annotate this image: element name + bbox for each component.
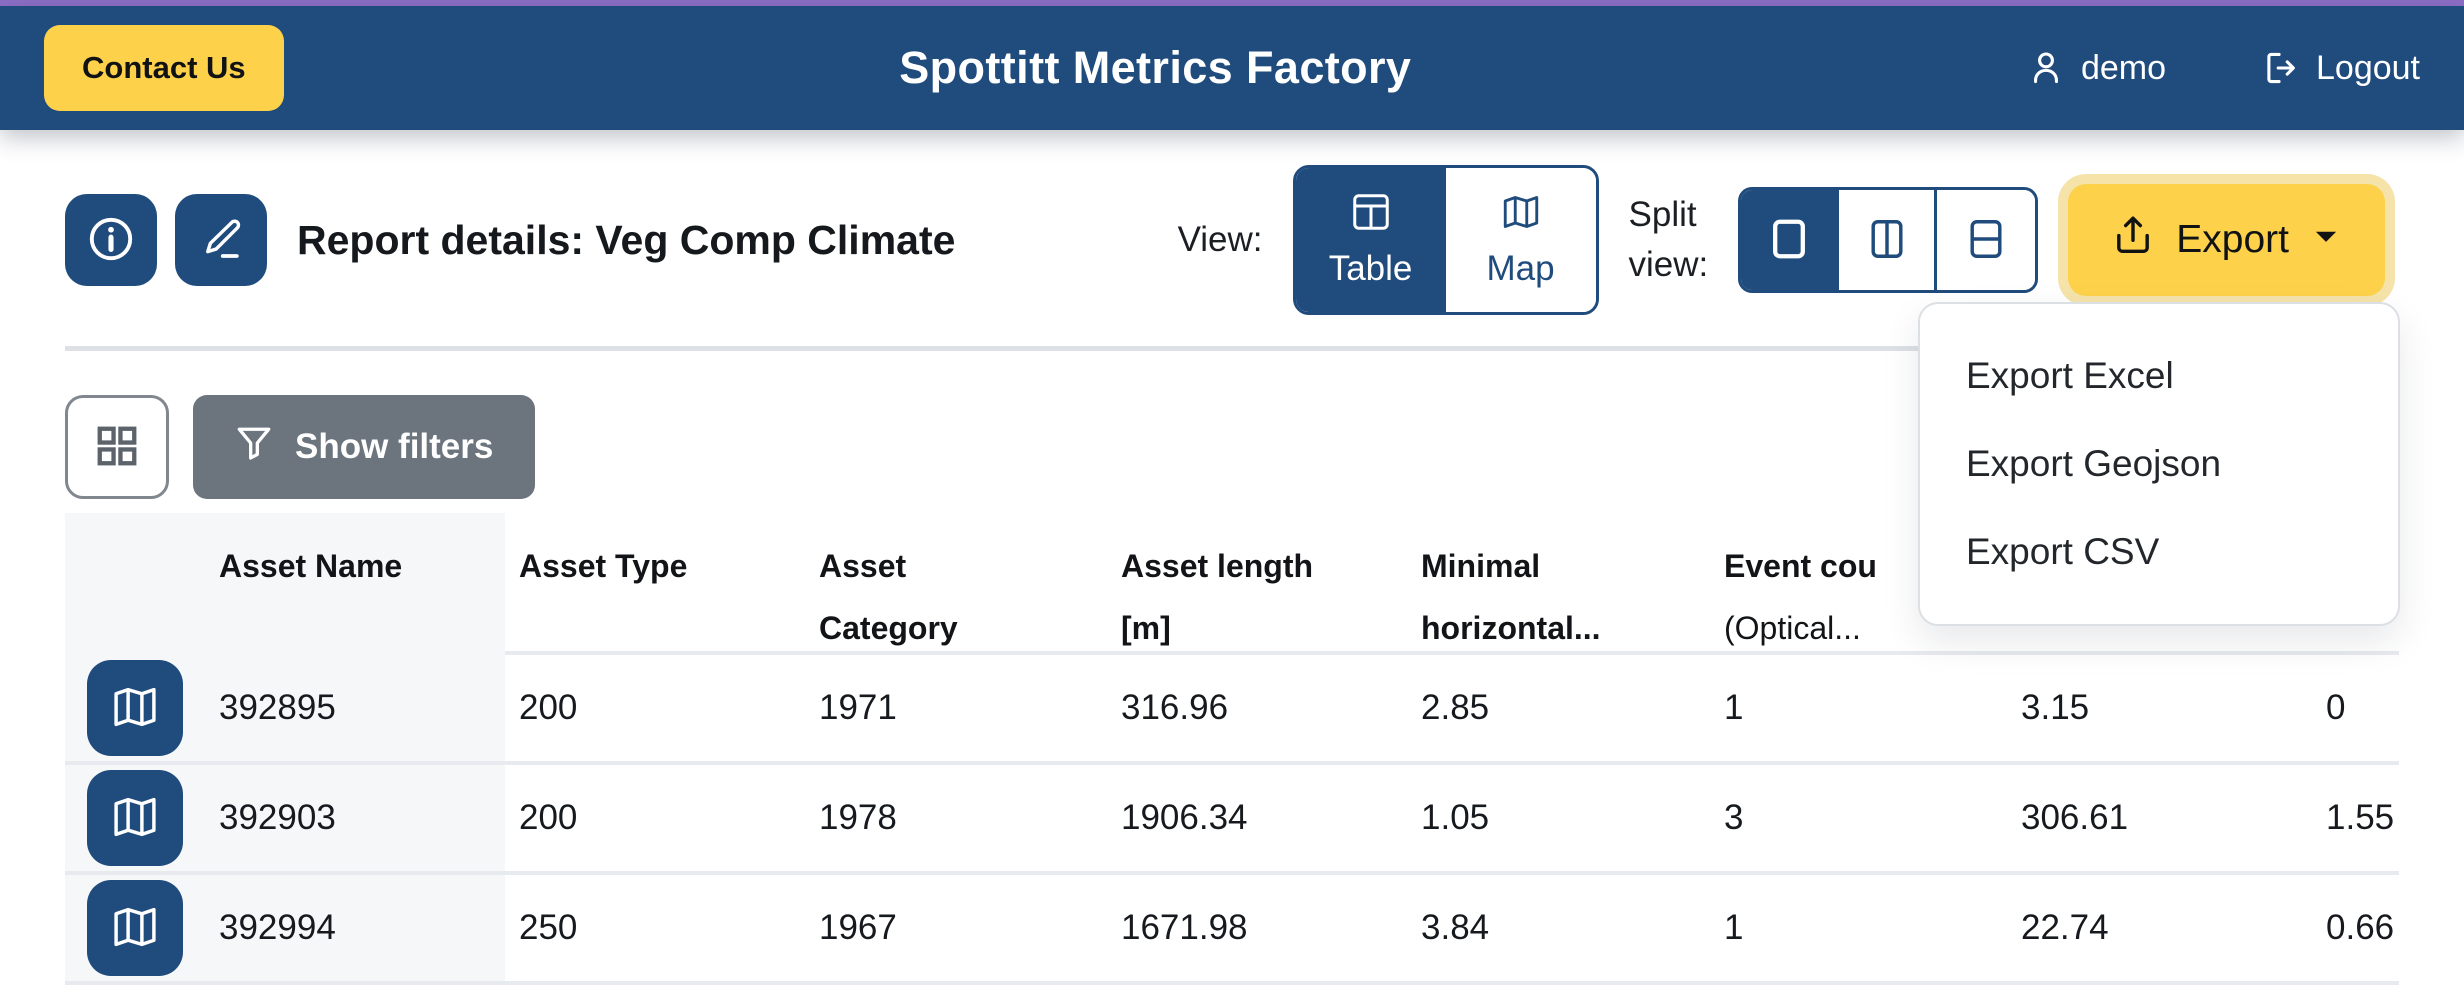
- cell-asset-type: 200: [505, 655, 805, 761]
- map-icon: [111, 683, 159, 734]
- cell-asset-length: 1671.98: [1107, 875, 1407, 981]
- row-map-cell: [65, 875, 205, 981]
- cell-col8: 22.74: [2007, 875, 2312, 981]
- cell-asset-length: 1906.34: [1107, 765, 1407, 871]
- app-header: Contact Us Spottitt Metrics Factory demo…: [0, 6, 2464, 130]
- export-menu-item-excel[interactable]: Export Excel: [1920, 332, 2398, 420]
- export-menu-item-csv[interactable]: Export CSV: [1920, 508, 2398, 596]
- pane-vsplit-icon: [1864, 216, 1910, 265]
- cell-col8: 306.61: [2007, 765, 2312, 871]
- row-map-button[interactable]: [87, 880, 183, 976]
- logout-icon: [2262, 49, 2300, 87]
- table-icon: [1351, 192, 1391, 241]
- cell-asset-type: 200: [505, 765, 805, 871]
- info-button[interactable]: [65, 194, 157, 286]
- cell-col9: 0.66: [2312, 875, 2399, 981]
- header-map-column: [65, 513, 205, 659]
- cell-event-count: 3: [1710, 765, 2007, 871]
- header-user-area: demo Logout: [2027, 49, 2420, 88]
- filter-icon: [235, 424, 273, 471]
- cell-col9: 1.55: [2312, 765, 2399, 871]
- cell-asset-length: 316.96: [1107, 655, 1407, 761]
- view-toggle-map[interactable]: Map: [1446, 168, 1596, 312]
- user-menu[interactable]: demo: [2027, 49, 2166, 88]
- logout-label: Logout: [2316, 49, 2420, 88]
- cell-event-count: 1: [1710, 655, 2007, 761]
- show-filters-button[interactable]: Show filters: [193, 395, 535, 499]
- cell-event-count: 1: [1710, 875, 2007, 981]
- map-icon: [1501, 192, 1541, 241]
- cell-col9: 0: [2312, 655, 2399, 761]
- person-icon: [2027, 49, 2065, 87]
- logout-button[interactable]: Logout: [2262, 49, 2420, 88]
- view-toggle: Table Map: [1293, 165, 1599, 315]
- caret-down-icon: [2311, 218, 2341, 262]
- cell-asset-name: 392895: [205, 655, 505, 761]
- header-asset-category[interactable]: AssetCategory: [805, 513, 1107, 659]
- export-button[interactable]: Export: [2068, 184, 2385, 296]
- cell-asset-type: 250: [505, 875, 805, 981]
- report-toolbar: Report details: Veg Comp Climate View: T…: [65, 164, 2399, 316]
- table-row: 392895 200 1971 316.96 2.85 1 3.15 0: [65, 651, 2399, 761]
- row-map-button[interactable]: [87, 660, 183, 756]
- export-menu: Export Excel Export Geojson Export CSV: [1918, 302, 2400, 626]
- header-minimal-horizontal[interactable]: Minimalhorizontal...: [1407, 513, 1710, 659]
- page-title: Report details: Veg Comp Climate: [297, 217, 955, 264]
- view-label: View:: [1178, 220, 1263, 260]
- upload-icon: [2112, 214, 2154, 266]
- cell-asset-category: 1978: [805, 765, 1107, 871]
- split-view-label: Split view:: [1629, 190, 1709, 289]
- table-row: 392994 250 1967 1671.98 3.84 1 22.74 0.6…: [65, 871, 2399, 985]
- split-view-toggle: [1738, 187, 2038, 293]
- header-asset-name[interactable]: Asset Name: [205, 513, 505, 659]
- view-controls: View: Table Map Split view:: [1178, 165, 2399, 315]
- cell-minimal-horizontal: 2.85: [1407, 655, 1710, 761]
- cell-minimal-horizontal: 3.84: [1407, 875, 1710, 981]
- view-toggle-map-label: Map: [1486, 249, 1554, 289]
- split-vertical-button[interactable]: [1839, 190, 1937, 290]
- cell-asset-category: 1967: [805, 875, 1107, 981]
- header-asset-type[interactable]: Asset Type: [505, 513, 805, 659]
- cell-col8: 3.15: [2007, 655, 2312, 761]
- contact-us-button[interactable]: Contact Us: [44, 25, 284, 111]
- map-icon: [111, 903, 159, 954]
- cell-asset-name: 392903: [205, 765, 505, 871]
- row-map-cell: [65, 655, 205, 761]
- view-toggle-table-label: Table: [1329, 249, 1413, 289]
- export-label: Export: [2176, 218, 2289, 262]
- grid-icon: [94, 423, 140, 472]
- info-icon: [87, 215, 135, 266]
- edit-icon: [198, 216, 244, 265]
- edit-report-button[interactable]: [175, 194, 267, 286]
- show-filters-label: Show filters: [295, 427, 493, 467]
- cell-asset-category: 1971: [805, 655, 1107, 761]
- column-settings-button[interactable]: [65, 395, 169, 499]
- username: demo: [2081, 49, 2166, 88]
- row-map-cell: [65, 765, 205, 871]
- export-menu-item-geojson[interactable]: Export Geojson: [1920, 420, 2398, 508]
- row-map-button[interactable]: [87, 770, 183, 866]
- map-icon: [111, 793, 159, 844]
- cell-asset-name: 392994: [205, 875, 505, 981]
- pane-hsplit-icon: [1963, 216, 2009, 265]
- pane-single-icon: [1766, 216, 1812, 265]
- app-title: Spottitt Metrics Factory: [284, 42, 2027, 94]
- split-horizontal-button[interactable]: [1937, 190, 2035, 290]
- view-toggle-table[interactable]: Table: [1296, 168, 1446, 312]
- header-asset-length[interactable]: Asset length[m]: [1107, 513, 1407, 659]
- split-single-button[interactable]: [1741, 190, 1839, 290]
- cell-minimal-horizontal: 1.05: [1407, 765, 1710, 871]
- table-row: 392903 200 1978 1906.34 1.05 3 306.61 1.…: [65, 761, 2399, 871]
